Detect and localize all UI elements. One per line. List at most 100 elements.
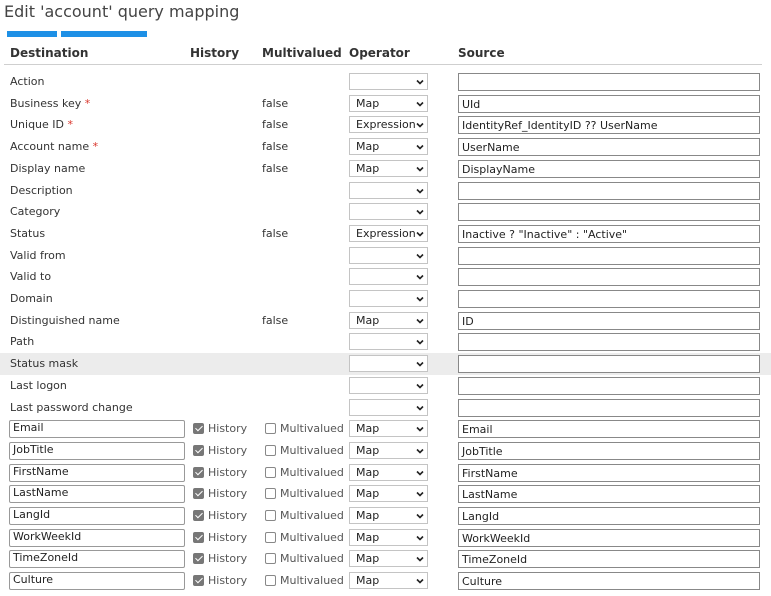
operator-select[interactable]: Map: [349, 138, 428, 156]
source-input[interactable]: [458, 73, 760, 91]
source-input[interactable]: [458, 246, 760, 265]
table-row: Valid from: [0, 245, 771, 267]
source-input[interactable]: [458, 376, 760, 395]
source-input[interactable]: LastName: [458, 485, 760, 504]
source-input[interactable]: JobTitle: [458, 441, 760, 460]
source-input[interactable]: TimeZoneId: [458, 550, 760, 569]
table-row: FirstName History Multivalued Map FirstName: [0, 462, 771, 484]
chevron-down-icon: [416, 145, 424, 150]
destination-input[interactable]: JobTitle: [9, 441, 185, 460]
multivalued-checkbox[interactable]: [265, 575, 276, 587]
source-input[interactable]: Culture: [458, 572, 760, 591]
table-row: LangId History Multivalued Map LangId: [0, 505, 771, 527]
history-checkbox[interactable]: [193, 444, 204, 456]
source-input[interactable]: WorkWeekId: [458, 528, 760, 547]
multivalued-value: false: [262, 313, 289, 327]
operator-select[interactable]: Expression: [349, 224, 428, 242]
destination-input[interactable]: LangId: [9, 507, 185, 525]
history-checkbox[interactable]: [193, 510, 204, 521]
destination-text: Status: [10, 226, 46, 240]
table-row: Status mask: [0, 353, 771, 375]
history-checkbox[interactable]: [193, 466, 204, 478]
multivalued-checkbox[interactable]: [265, 466, 276, 478]
required-marker: *: [92, 140, 99, 154]
multivalued-checkbox[interactable]: [265, 444, 276, 456]
page-title: Edit 'account' query mapping: [4, 2, 240, 21]
destination-text: Display name: [10, 161, 86, 175]
destination-input[interactable]: TimeZoneId: [9, 550, 185, 569]
chevron-down-icon: [416, 101, 424, 107]
history-checkbox[interactable]: [193, 423, 204, 435]
operator-value: Expression: [356, 226, 416, 240]
header-divider: [4, 64, 762, 65]
multivalued-checkbox[interactable]: [265, 488, 276, 500]
source-input[interactable]: DisplayName: [458, 159, 760, 178]
operator-select[interactable]: Map: [349, 485, 428, 503]
source-input[interactable]: [458, 181, 760, 200]
destination-text: Description: [10, 183, 73, 197]
header-source: Source: [458, 46, 505, 60]
operator-select[interactable]: [349, 73, 428, 90]
operator-select[interactable]: Map: [349, 311, 428, 329]
source-input[interactable]: [458, 290, 760, 308]
operator-value: Map: [356, 443, 380, 457]
header-destination: Destination: [10, 46, 89, 60]
destination-input[interactable]: Email: [9, 420, 185, 439]
operator-value: Map: [356, 96, 380, 110]
operator-select[interactable]: Map: [349, 463, 428, 481]
operator-select[interactable]: [349, 376, 428, 394]
source-input[interactable]: UId: [458, 94, 760, 113]
operator-select[interactable]: [349, 268, 428, 286]
source-input[interactable]: ID: [458, 311, 760, 330]
multivalued-checkbox[interactable]: [265, 553, 276, 565]
multivalued-label: Multivalued: [280, 487, 344, 501]
operator-select[interactable]: Map: [349, 441, 428, 459]
destination-text: Unique ID: [10, 118, 65, 132]
source-input[interactable]: FirstName: [458, 463, 760, 482]
required-marker: *: [67, 118, 74, 132]
operator-select[interactable]: Map: [349, 159, 428, 177]
source-input[interactable]: IdentityRef_IdentityID ?? UserName: [458, 116, 760, 135]
source-input[interactable]: UserName: [458, 138, 760, 157]
destination-input[interactable]: WorkWeekId: [9, 528, 185, 547]
operator-select[interactable]: Map: [349, 550, 428, 568]
source-input[interactable]: [458, 268, 760, 287]
source-input[interactable]: Email: [458, 420, 760, 439]
operator-select[interactable]: [349, 398, 428, 416]
operator-value: Map: [356, 422, 380, 436]
destination-input[interactable]: Culture: [9, 572, 185, 591]
history-checkbox[interactable]: [193, 575, 204, 587]
history-checkbox[interactable]: [193, 531, 204, 543]
tab-2[interactable]: [61, 31, 147, 37]
operator-select[interactable]: Map: [349, 507, 428, 524]
destination-input[interactable]: FirstName: [9, 463, 185, 482]
operator-select[interactable]: Map: [349, 572, 428, 590]
destination-label: Unique ID *: [10, 118, 73, 131]
operator-select[interactable]: [349, 181, 428, 199]
multivalued-checkbox[interactable]: [265, 423, 276, 435]
tab-1[interactable]: [7, 31, 57, 37]
history-label: History: [208, 574, 248, 588]
operator-select[interactable]: [349, 246, 428, 264]
operator-select[interactable]: Map: [349, 94, 428, 112]
source-input[interactable]: Inactive ? "Inactive" : "Active": [458, 224, 760, 243]
multivalued-checkbox[interactable]: [265, 510, 276, 521]
history-checkbox[interactable]: [193, 488, 204, 500]
operator-select[interactable]: Map: [349, 528, 428, 546]
destination-label: Valid from: [10, 249, 66, 262]
operator-select[interactable]: Map: [349, 420, 428, 438]
multivalued-checkbox[interactable]: [265, 531, 276, 543]
source-input[interactable]: [458, 203, 760, 222]
operator-select[interactable]: [349, 355, 428, 373]
operator-select[interactable]: [349, 203, 428, 221]
operator-select[interactable]: [349, 333, 428, 351]
source-input[interactable]: LangId: [458, 507, 760, 525]
table-row: Culture History Multivalued Map Culture: [0, 570, 771, 592]
operator-select[interactable]: [349, 290, 428, 307]
history-checkbox[interactable]: [193, 553, 204, 565]
source-input[interactable]: [458, 355, 760, 374]
operator-select[interactable]: Expression: [349, 116, 428, 134]
source-input[interactable]: [458, 398, 760, 417]
source-input[interactable]: [458, 333, 760, 352]
destination-input[interactable]: LastName: [9, 485, 185, 504]
